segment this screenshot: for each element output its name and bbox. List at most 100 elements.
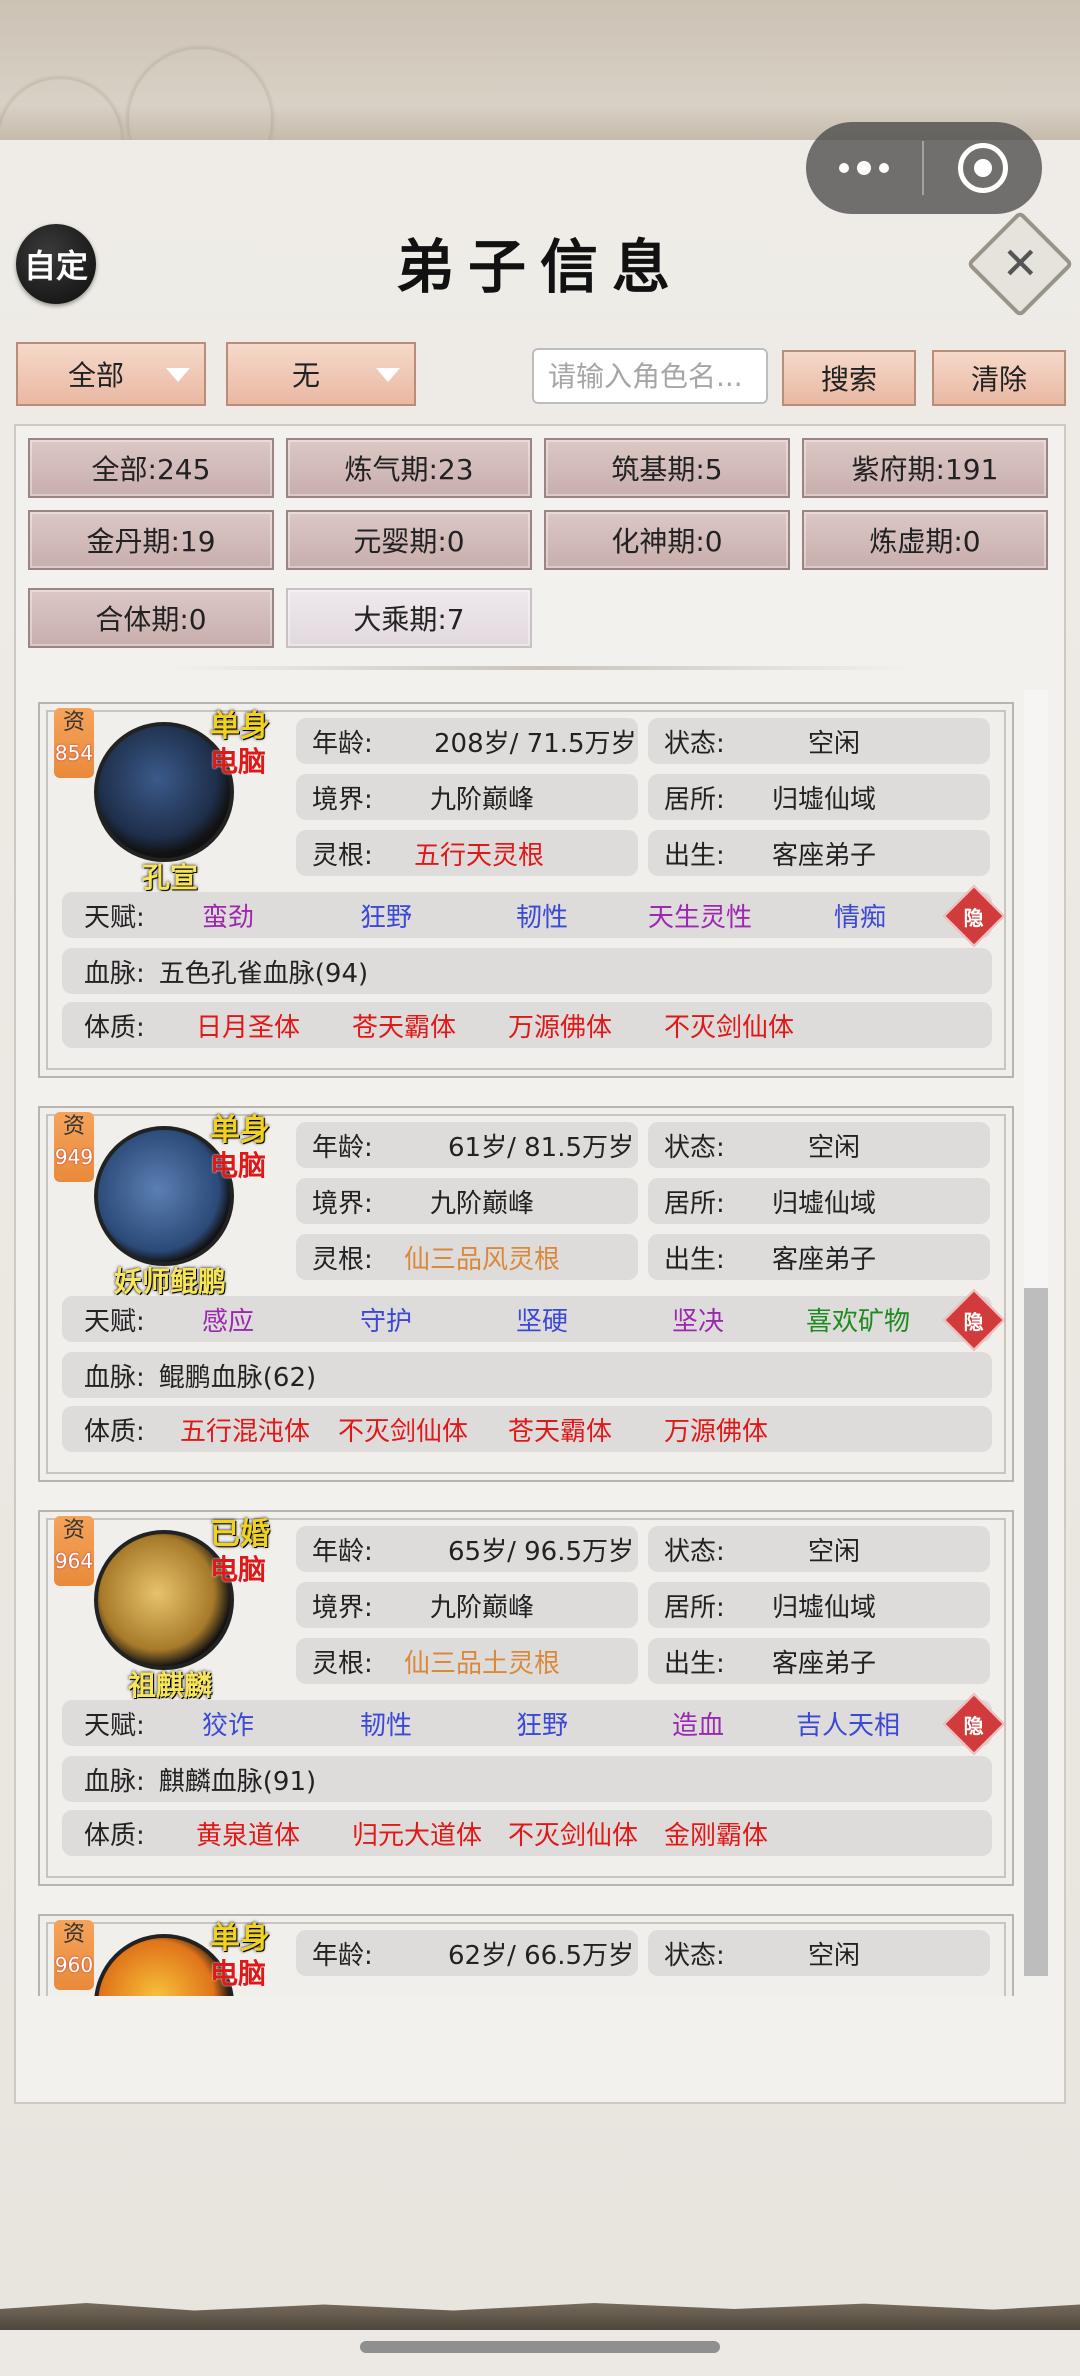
residence-field: 居所: 归墟仙域	[648, 1582, 990, 1628]
stage-filter-golden-core[interactable]: 金丹期:19	[28, 510, 274, 570]
search-button[interactable]: 搜索	[782, 350, 916, 406]
talent-tag: 造血	[672, 1710, 725, 1741]
talent-tag: 狂野	[516, 1710, 569, 1741]
control-tag: 电脑	[210, 745, 267, 778]
spirit-root-field: 灵根: 仙三品土灵根	[296, 1638, 638, 1684]
disciple-card[interactable]: 资 960 单身 电脑 年龄: 62岁/ 66.5万岁 状态: 空闲	[38, 1914, 1014, 1996]
chevron-down-icon	[376, 368, 400, 382]
control-tag: 电脑	[210, 1553, 267, 1586]
stage-filter-void-refining[interactable]: 炼虚期:0	[802, 510, 1048, 570]
aptitude-badge: 资 854	[54, 708, 94, 778]
more-icon[interactable]	[806, 122, 922, 214]
divider	[170, 666, 910, 670]
talent-row: 天赋: 狡诈 韧性 狂野 造血 吉人天相	[62, 1700, 992, 1746]
custom-button[interactable]: 自定	[16, 224, 96, 304]
physique-tag: 万源佛体	[508, 1012, 613, 1043]
realm-field: 境界: 九阶巅峰	[296, 774, 638, 820]
marital-status: 单身	[210, 709, 270, 744]
birth-field: 出生: 客座弟子	[648, 830, 990, 876]
disciple-name: 孔宣	[141, 861, 198, 894]
physique-tag: 苍天霸体	[508, 1416, 613, 1447]
age-field: 年龄: 62岁/ 66.5万岁	[296, 1930, 638, 1976]
talent-tag: 吉人天相	[796, 1710, 901, 1741]
age-field: 年龄: 65岁/ 96.5万岁	[296, 1526, 638, 1572]
talent-tag: 感应	[202, 1306, 255, 1337]
physique-tag: 不灭剑仙体	[664, 1012, 795, 1043]
control-tag: 电脑	[210, 1149, 267, 1182]
sub-dropdown[interactable]: 无	[226, 342, 416, 406]
talent-tag: 坚决	[672, 1306, 725, 1337]
realm-field: 境界: 九阶巅峰	[296, 1178, 638, 1224]
disciple-card[interactable]: 资 854 单身 电脑 孔宣 年龄: 208岁/ 71.5万岁 状态: 空闲 境界: 九…	[38, 702, 1014, 1078]
physique-tag: 苍天霸体	[352, 1012, 457, 1043]
physique-tag: 金刚霸体	[664, 1820, 769, 1851]
spirit-root-field: 灵根: 仙三品风灵根	[296, 1234, 638, 1280]
stage-filter-spirit-severing[interactable]: 化神期:0	[544, 510, 790, 570]
disciple-card[interactable]: 资 964 已婚 电脑 祖麒麟 年龄: 65岁/ 96.5万岁 状态: 空闲 境界: 九…	[38, 1510, 1014, 1886]
bloodline-row: 血脉: 麒麟血脉(91)	[62, 1756, 992, 1802]
home-indicator[interactable]	[360, 2341, 720, 2353]
exit-icon[interactable]	[924, 143, 1042, 193]
talent-tag: 韧性	[516, 902, 569, 933]
clear-button[interactable]: 清除	[932, 350, 1066, 406]
physique-row: 体质: 五行混沌体 不灭剑仙体 苍天霸体 万源佛体	[62, 1406, 992, 1452]
talent-row: 天赋: 感应 守护 坚硬 坚决 喜欢矿物	[62, 1296, 992, 1342]
talent-tag: 守护	[360, 1306, 413, 1337]
birth-field: 出生: 客座弟子	[648, 1234, 990, 1280]
scrollbar-thumb[interactable]	[1024, 1288, 1048, 1976]
age-field: 年龄: 208岁/ 71.5万岁	[296, 718, 638, 764]
close-icon: ✕	[1001, 238, 1039, 289]
stage-filter-all[interactable]: 全部:245	[28, 438, 274, 498]
disciple-name: 祖麒麟	[127, 1669, 212, 1702]
category-dropdown-value: 全部	[68, 359, 125, 392]
physique-row: 体质: 黄泉道体 归元大道体 不灭剑仙体 金刚霸体	[62, 1810, 992, 1856]
residence-field: 居所: 归墟仙域	[648, 774, 990, 820]
aptitude-badge: 资 949	[54, 1112, 94, 1182]
age-field: 年龄: 61岁/ 81.5万岁	[296, 1122, 638, 1168]
marital-status: 已婚	[210, 1517, 270, 1552]
disciple-name: 妖师鲲鹏	[113, 1265, 226, 1298]
talent-tag: 韧性	[360, 1710, 413, 1741]
status-field: 状态: 空闲	[648, 1930, 990, 1976]
search-input[interactable]	[532, 348, 768, 404]
stage-filter-foundation[interactable]: 筑基期:5	[544, 438, 790, 498]
disciple-list[interactable]: 资 854 单身 电脑 孔宣 年龄: 208岁/ 71.5万岁 状态: 空闲 境界: 九…	[38, 690, 1018, 1996]
physique-tag: 五行混沌体	[180, 1416, 311, 1447]
category-dropdown[interactable]: 全部	[16, 342, 206, 406]
stage-filter-qi-refining[interactable]: 炼气期:23	[286, 438, 532, 498]
talent-tag: 喜欢矿物	[806, 1306, 911, 1337]
marital-status: 单身	[210, 1113, 270, 1148]
talent-tag: 蛮劲	[202, 902, 255, 933]
physique-tag: 不灭剑仙体	[338, 1416, 469, 1447]
stage-filter-integration[interactable]: 合体期:0	[28, 588, 274, 648]
realm-field: 境界: 九阶巅峰	[296, 1582, 638, 1628]
bloodline-row: 血脉: 五色孔雀血脉(94)	[62, 948, 992, 994]
page-title: 弟子信息	[395, 233, 684, 301]
mini-program-capsule	[806, 122, 1042, 214]
status-field: 状态: 空闲	[648, 718, 990, 764]
physique-tag: 不灭剑仙体	[508, 1820, 639, 1851]
physique-row: 体质: 日月圣体 苍天霸体 万源佛体 不灭剑仙体	[62, 1002, 992, 1048]
status-field: 状态: 空闲	[648, 1122, 990, 1168]
aptitude-badge: 资 960	[54, 1920, 94, 1990]
talent-tag: 天生灵性	[648, 902, 753, 933]
sub-dropdown-value: 无	[292, 359, 321, 392]
marital-status: 单身	[210, 1921, 270, 1956]
talent-tag: 狡诈	[202, 1710, 255, 1741]
physique-tag: 日月圣体	[196, 1012, 301, 1043]
stage-filter-mahayana[interactable]: 大乘期:7	[286, 588, 532, 648]
disciple-card[interactable]: 资 949 单身 电脑 妖师鲲鹏 年龄: 61岁/ 81.5万岁 状态: 空闲 境界:…	[38, 1106, 1014, 1482]
status-field: 状态: 空闲	[648, 1526, 990, 1572]
talent-tag: 狂野	[360, 902, 413, 933]
talent-tag: 坚硬	[516, 1306, 569, 1337]
bloodline-row: 血脉: 鲲鹏血脉(62)	[62, 1352, 992, 1398]
birth-field: 出生: 客座弟子	[648, 1638, 990, 1684]
physique-tag: 黄泉道体	[196, 1820, 301, 1851]
physique-tag: 归元大道体	[352, 1820, 483, 1851]
chevron-down-icon	[166, 368, 190, 382]
physique-tag: 万源佛体	[664, 1416, 769, 1447]
control-tag: 电脑	[210, 1957, 267, 1990]
residence-field: 居所: 归墟仙域	[648, 1178, 990, 1224]
stage-filter-purple-mansion[interactable]: 紫府期:191	[802, 438, 1048, 498]
stage-filter-nascent-soul[interactable]: 元婴期:0	[286, 510, 532, 570]
